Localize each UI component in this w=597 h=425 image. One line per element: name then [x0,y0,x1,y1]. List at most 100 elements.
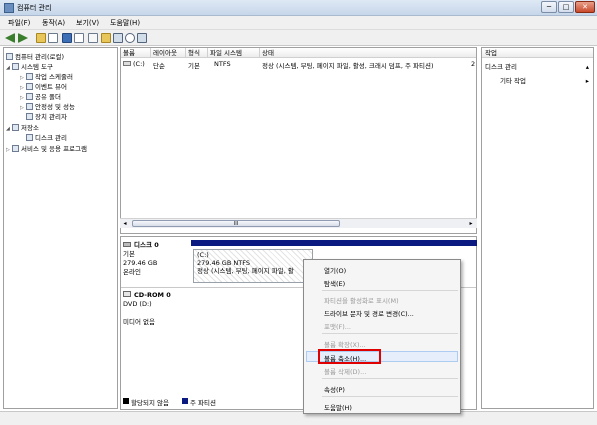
tree-item-label: 컴퓨터 관리(로컬) [15,53,64,61]
edit-icon[interactable] [113,33,123,43]
more-actions-label: 기타 작업 [500,77,526,85]
partition-size: 279.46 GB NTFS [197,259,250,267]
status-bar [0,411,597,425]
device-manager-icon [26,113,33,120]
clock-icon [26,73,33,80]
scroll-thumb[interactable]: III [132,220,340,227]
tree-item-disk-management[interactable]: 디스크 관리 [26,132,67,142]
tree-item-task-scheduler[interactable]: ▷ 작업 스케줄러 [20,71,73,81]
highlight-annotation-box [318,349,381,364]
tree-item-label: 안정성 및 성능 [35,103,76,111]
menu-action[interactable]: 동작(A) [42,18,65,28]
actions-pane: 작업 디스크 관리 ▴ 기타 작업 ▸ [481,47,594,409]
menu-item-open[interactable]: 열기(O) [324,265,346,275]
context-menu: 열기(O) 탐색(E) 파티션을 활성화로 표시(M) 드라이브 문자 및 경로… [303,259,461,414]
console-view-icon[interactable] [74,33,84,43]
horizontal-scrollbar[interactable]: ◂ III ▸ [120,218,477,228]
minimize-button[interactable]: ─ [541,1,557,13]
disk-status: 미디어 없음 [123,318,155,326]
column-header-layout[interactable]: 레이아웃 [151,48,186,58]
title-bar: 컴퓨터 관리 ─ □ ✕ [0,0,597,16]
properties-icon[interactable] [88,33,98,43]
performance-icon [26,103,33,110]
forward-arrow-icon[interactable] [18,33,28,43]
toolbar [0,30,597,46]
menu-separator [322,290,458,291]
volume-capacity-truncated: 2 [471,60,476,68]
back-arrow-icon[interactable] [5,33,15,43]
computer-management-icon [4,3,14,13]
tree-item-label: 이벤트 뷰어 [35,83,67,91]
table-row[interactable]: (C:) [123,60,151,68]
tree-item-system-tools[interactable]: ◢ 시스템 도구 [6,61,53,71]
search-icon[interactable] [125,33,135,43]
hard-disk-icon [123,242,131,247]
tree-item-computer-management[interactable]: 컴퓨터 관리(로컬) [6,51,64,61]
column-header-type[interactable]: 형식 [186,48,208,58]
tree-item-device-manager[interactable]: 장치 관리자 [26,111,67,121]
computer-icon [6,53,13,60]
collapse-icon[interactable]: ▴ [586,62,589,72]
close-button[interactable]: ✕ [575,1,595,13]
primary-partition-swatch [182,398,188,404]
menu-separator [322,396,458,397]
actions-more[interactable]: 기타 작업 ▸ [482,76,593,86]
disk-type: DVD (D:) [123,300,152,308]
scroll-right-icon[interactable]: ▸ [466,219,476,228]
shared-folder-icon [26,93,33,100]
navigation-tree: 컴퓨터 관리(로컬) ◢ 시스템 도구 ▷ 작업 스케줄러 ▷ 이벤트 뷰어 ▷ 공유 … [3,47,118,409]
tree-item-label: 시스템 도구 [21,63,53,71]
menu-separator [322,333,458,334]
menu-item-delete-volume[interactable]: 볼륨 삭제(D)... [324,366,366,376]
maximize-button[interactable]: □ [558,1,574,13]
volume-name: (C:) [133,60,145,68]
legend-primary-partition: 주 파티션 [190,399,216,407]
menu-file[interactable]: 파일(F) [8,18,30,28]
menu-item-format[interactable]: 포맷(F)... [324,321,351,331]
tree-item-shared-folders[interactable]: ▷ 공유 폴더 [20,91,61,101]
tree-item-services-applications[interactable]: ▷ 서비스 및 응용 프로그램 [6,143,87,153]
tree-item-event-viewer[interactable]: ▷ 이벤트 뷰어 [20,81,67,91]
menu-item-extend-volume[interactable]: 볼륨 확장(X)... [324,339,366,349]
menu-item-explore[interactable]: 탐색(E) [324,278,345,288]
volume-type: 기본 [188,62,200,70]
tree-item-label: 공유 폴더 [35,93,61,101]
tree-item-label: 디스크 관리 [35,134,67,142]
actions-section-disk-management[interactable]: 디스크 관리 ▴ [482,62,593,72]
tree-item-label: 작업 스케줄러 [35,73,73,81]
storage-icon [12,124,19,131]
volume-status: 정상 (시스템, 부팅, 페이지 파일, 활성, 크래시 덤프, 주 파티션) [262,62,434,70]
tree-item-storage[interactable]: ◢ 저장소 [6,122,39,132]
column-header-volume[interactable]: 볼륨 [121,48,151,58]
event-viewer-icon [26,83,33,90]
menu-item-change-drive-letter[interactable]: 드라이브 문자 및 경로 변경(C)... [324,308,414,318]
partition-label: (C:) [197,251,209,259]
volume-filesystem: NTFS [214,60,231,68]
partition-status: 정상 (시스템, 부팅, 페이지 파일, 활 [197,267,294,275]
menu-item-mark-active[interactable]: 파티션을 활성화로 표시(M) [324,295,399,305]
disk-0-label[interactable]: 디스크 0 기본 279.46 GB 온라인 [123,241,189,277]
column-header-status[interactable]: 상태 [260,48,476,58]
help-icon[interactable] [62,33,72,43]
menu-item-help[interactable]: 도움말(H) [324,402,352,412]
unallocated-swatch [123,398,129,404]
checklist-icon[interactable] [137,33,147,43]
services-icon [12,145,19,152]
actions-header: 작업 [482,48,593,58]
show-hide-tree-icon[interactable] [48,33,58,43]
up-folder-icon[interactable] [36,33,46,43]
window-title: 컴퓨터 관리 [17,4,52,12]
menu-help[interactable]: 도움말(H) [110,18,140,28]
drive-icon [123,61,131,66]
menu-view[interactable]: 보기(V) [76,18,99,28]
menu-separator [322,378,458,379]
scroll-left-icon[interactable]: ◂ [120,219,130,228]
column-header-filesystem[interactable]: 파일 시스템 [208,48,260,58]
tree-item-performance[interactable]: ▷ 안정성 및 성능 [20,101,75,111]
cdrom-0-label[interactable]: CD-ROM 0 DVD (D:) 미디어 없음 [123,291,189,327]
disk-status: 온라인 [123,268,141,276]
partition-c[interactable]: (C:) 279.46 GB NTFS 정상 (시스템, 부팅, 페이지 파일,… [193,249,313,283]
disk-size: 279.46 GB [123,259,158,267]
menu-item-properties[interactable]: 속성(P) [324,384,345,394]
open-folder-icon[interactable] [101,33,111,43]
